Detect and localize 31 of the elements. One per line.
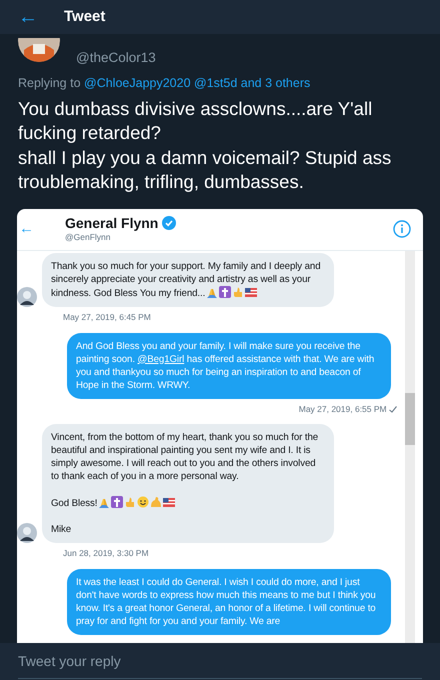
mention-link[interactable]: @Beg1Girl [138, 354, 184, 364]
info-icon[interactable] [393, 220, 411, 238]
reply-context: Replying to @ChloeJappy2020 @1st5d and 3 others [17, 75, 312, 92]
user-handle: @theColor13 [76, 48, 156, 67]
back-button[interactable]: ← [18, 7, 38, 27]
message-text: It was the least I could do General. I wish I could do more, and I just don't have words to express how much this means to me but I think you know. It's a great honor General, an honor of a lifetime. I will continue to pray for and fight for you and your family. We are [76, 576, 377, 628]
message-text: God Bless! [51, 496, 325, 510]
message-text: Vincent, from the bottom of my heart, thank you so much for the beautiful and inspirational painting you sent my wife and I. It is simply awesome. I will reach out to you and the others involved to thank each of you in a more personal way. [51, 431, 320, 484]
reply-field[interactable]: Tweet your reply [0, 643, 440, 680]
back-button[interactable]: ← [19, 218, 65, 240]
thumb-emoji-icon [124, 496, 136, 508]
message-time: May 27, 2019, 6:55 PM [17, 402, 397, 416]
smile-emoji-icon [137, 496, 150, 508]
message-text: Mike [51, 523, 72, 536]
contact-handle: @GenFlynn [65, 230, 112, 244]
avatar [17, 286, 37, 307]
page-title: Tweet [64, 6, 106, 27]
avatar[interactable] [18, 38, 60, 62]
message-text: And God Bless you and your family. I will make sure you receive the painting soon. @Beg1Girl has offered assistance with that. We are with you and thankyou so much for being an inspiration to and beacon of Hope in the Storm. WRWY. [76, 340, 376, 392]
thumb-emoji-icon [232, 286, 244, 298]
flag-emoji-icon [163, 496, 176, 508]
tweet-text: shall I play you a damn voicemail? Stupid ass troublemaking, trifling, dumbasses. [18, 146, 392, 194]
message-time: May 27, 2019, 6:45 PM [63, 310, 152, 324]
cross-emoji-icon [111, 496, 124, 508]
message-text: Thank you so much for your support. My family and I deeply and sincerely appreciate your creativity and artistry as well as your kindness. God Bless You my friend... [51, 260, 322, 300]
contact-name: General Flynn [65, 214, 158, 231]
avatar [17, 523, 37, 544]
message-time: Jun 28, 2019, 3:30 PM [63, 547, 150, 560]
tweet-text: You dumbass divisive assclowns....are Y'all fucking retarded? [18, 96, 374, 146]
cross-emoji-icon [219, 286, 232, 298]
flag-emoji-icon [245, 286, 258, 298]
